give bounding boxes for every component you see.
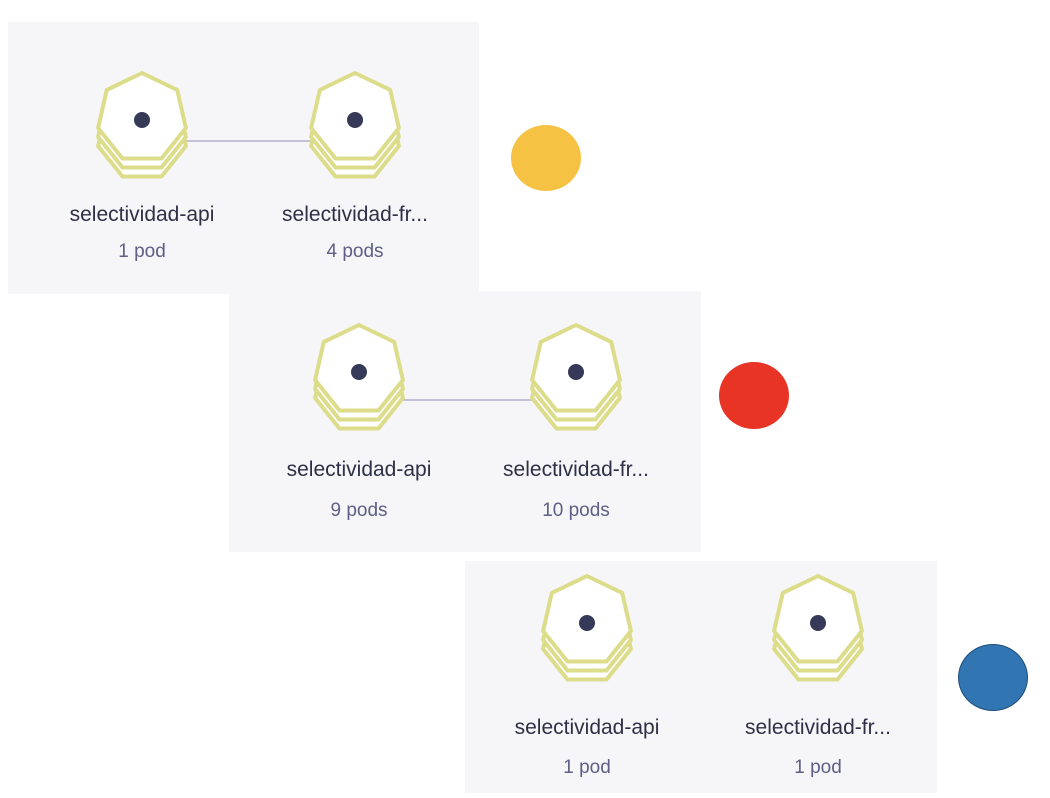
service-node-name: selectividad-fr... <box>282 203 428 226</box>
service-node-name: selectividad-api <box>514 716 660 739</box>
heptagon-stack-icon[interactable] <box>526 318 626 438</box>
service-node-name: selectividad-fr... <box>503 458 649 481</box>
heptagon-stack-icon[interactable] <box>537 569 637 689</box>
service-node-name: selectividad-api <box>69 203 215 226</box>
service-connection-edge <box>178 140 318 142</box>
heptagon-stack-icon[interactable] <box>309 318 409 438</box>
topology-panel-3: selectividad-api 1 pod selectividad-fr..… <box>465 561 937 793</box>
topology-panel-2: selectividad-api 9 pods selectividad-fr.… <box>229 291 701 552</box>
service-pod-count: 9 pods <box>330 500 388 521</box>
warning-status-dot <box>511 125 581 191</box>
service-pod-count: 1 pod <box>563 757 611 778</box>
service-node-name: selectividad-api <box>286 458 432 481</box>
topology-stage: selectividad-api 1 pod selectividad-fr..… <box>0 0 1050 798</box>
topology-panel-1: selectividad-api 1 pod selectividad-fr..… <box>8 22 479 294</box>
service-node-name: selectividad-fr... <box>745 716 891 739</box>
service-pod-count: 4 pods <box>326 241 384 262</box>
info-status-dot <box>958 644 1028 711</box>
service-pod-count: 10 pods <box>542 500 610 521</box>
service-pod-count: 1 pod <box>794 757 842 778</box>
service-pod-count: 1 pod <box>118 241 166 262</box>
heptagon-stack-icon[interactable] <box>768 569 868 689</box>
service-connection-edge <box>399 399 539 401</box>
heptagon-stack-icon[interactable] <box>305 66 405 186</box>
heptagon-stack-icon[interactable] <box>92 66 192 186</box>
error-status-dot <box>719 362 789 429</box>
